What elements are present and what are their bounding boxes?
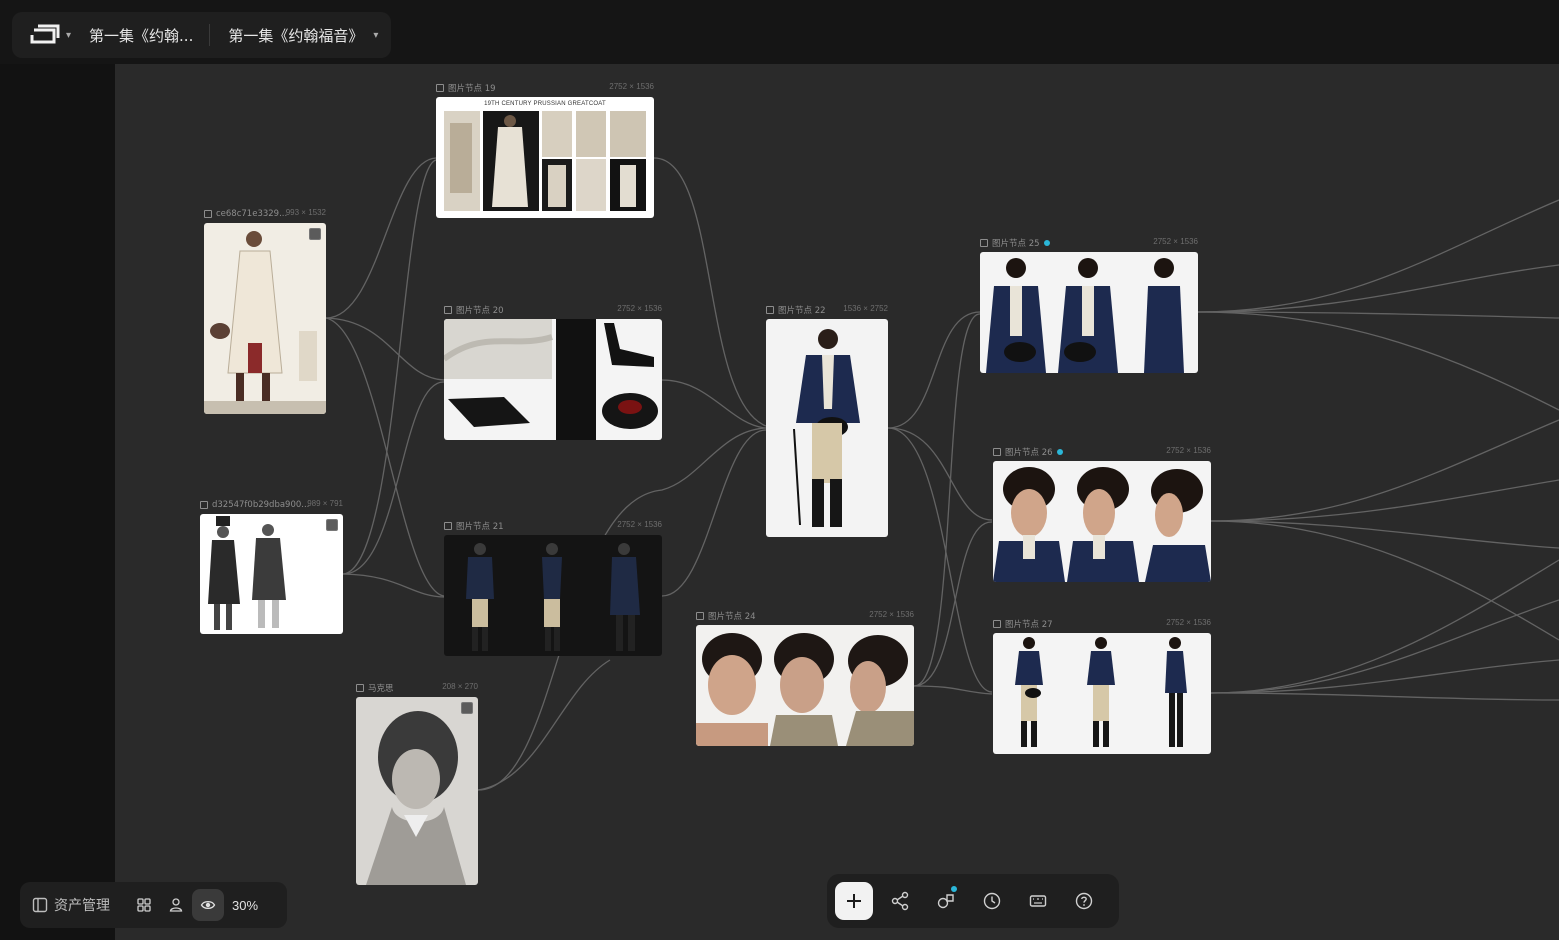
image-node-20[interactable]: 图片节点 20 2752 × 1536 [444,304,662,440]
person-icon [169,898,183,912]
image-icon [766,306,774,314]
status-dot-icon [1043,240,1050,246]
node-image [200,514,343,634]
node-title: 图片节点 25 [980,237,1050,249]
chevron-down-icon[interactable]: ▾ [373,30,378,41]
top-bar: ▾ 第一集《约翰... 第一集《约翰福音》 ▾ [0,0,1559,64]
node-image [444,535,662,656]
node-title: 图片节点 27 [993,618,1053,630]
eye-icon [200,900,216,910]
node-image [444,319,662,440]
node-size: 2752 × 1536 [1153,237,1198,246]
node-size: 208 × 270 [442,682,478,691]
node-image: 19TH CENTURY PRUSSIAN GREATCOAT [436,97,654,218]
node-size: 2752 × 1536 [617,304,662,313]
panel-icon [32,897,48,913]
node-image [993,461,1211,582]
image-icon [436,84,444,92]
node-size: 993 × 1532 [285,208,326,217]
keyboard-shortcuts-button[interactable] [1019,882,1057,920]
asset-manager-button[interactable]: 资产管理 [32,895,110,915]
left-rail [0,64,115,940]
project-switcher: ▾ 第一集《约翰... 第一集《约翰福音》 ▾ [12,12,391,58]
node-size: 1536 × 2752 [843,304,888,313]
node-title: ce68c71e3329... [204,208,287,220]
node-title: 马克思 [356,682,394,694]
grid-view-button[interactable] [128,889,160,921]
help-icon [1075,892,1093,910]
shapes-button[interactable] [927,882,965,920]
bottom-left-controls: 资产管理 30% [20,882,287,928]
node-size: 2752 × 1536 [617,520,662,529]
image-icon [356,684,364,692]
keyboard-icon [1029,895,1047,907]
node-size: 2752 × 1536 [1166,618,1211,627]
image-icon [444,306,452,314]
image-icon [993,448,1001,456]
add-node-button[interactable] [835,882,873,920]
node-title: 图片节点 19 [436,82,496,94]
character-button[interactable] [160,889,192,921]
node-size: 2752 × 1536 [609,82,654,91]
node-title: 图片节点 21 [444,520,504,532]
image-node-21[interactable]: 图片节点 21 2752 × 1536 [444,520,662,656]
chevron-down-icon[interactable]: ▾ [66,30,71,41]
node-title: 图片节点 20 [444,304,504,316]
image-icon [696,612,704,620]
image-node-25[interactable]: 图片节点 25 2752 × 1536 [980,237,1198,373]
sheet-caption: 19TH CENTURY PRUSSIAN GREATCOAT [484,101,606,107]
node-size: 2752 × 1536 [869,610,914,619]
bottom-toolbar [827,874,1119,928]
episode-title[interactable]: 第一集《约翰福音》 [228,25,363,46]
divider [209,24,211,46]
app-logo-icon[interactable] [28,23,62,47]
asset-manager-label: 资产管理 [54,898,110,914]
help-button[interactable] [1065,882,1103,920]
node-title: 图片节点 24 [696,610,756,622]
history-button[interactable] [973,882,1011,920]
reference-node-2[interactable]: d32547f0b29dba900... 989 × 791 [200,499,343,634]
node-action-button[interactable] [309,228,321,240]
image-icon [200,501,208,509]
node-title: d32547f0b29dba900... [200,499,309,511]
share-nodes-icon [891,891,909,911]
image-node-26[interactable]: 图片节点 26 2752 × 1536 [993,446,1211,582]
node-image [356,697,478,885]
image-node-22[interactable]: 图片节点 22 1536 × 2752 [766,304,888,537]
status-dot-icon [1056,449,1063,455]
image-icon [993,620,1001,628]
node-size: 989 × 791 [307,499,343,508]
node-title: 图片节点 22 [766,304,826,316]
notification-dot-icon [951,886,957,892]
node-title: 图片节点 26 [993,446,1063,458]
node-size: 2752 × 1536 [1166,446,1211,455]
connect-nodes-button[interactable] [881,882,919,920]
node-image [204,223,326,414]
history-icon [983,892,1001,910]
image-icon [444,522,452,530]
image-icon [980,239,988,247]
shapes-icon [937,894,954,909]
node-image [766,319,888,537]
reference-node-1[interactable]: ce68c71e3329... 993 × 1532 [204,208,326,414]
project-title[interactable]: 第一集《约翰... [89,25,193,46]
preview-toggle-button[interactable] [192,889,224,921]
image-icon [204,210,212,218]
node-image [696,625,914,746]
node-image [993,633,1211,754]
node-action-button[interactable] [461,702,473,714]
image-node-24[interactable]: 图片节点 24 2752 × 1536 [696,610,914,746]
zoom-level[interactable]: 30% [232,898,258,913]
grid-icon [137,898,151,912]
node-action-button[interactable] [326,519,338,531]
image-node-27[interactable]: 图片节点 27 2752 × 1536 [993,618,1211,754]
plus-icon [847,894,861,908]
reference-node-marx[interactable]: 马克思 208 × 270 [356,682,478,885]
image-node-19[interactable]: 图片节点 19 2752 × 1536 19TH CENTURY PRUSSIA… [436,82,654,218]
node-image [980,252,1198,373]
